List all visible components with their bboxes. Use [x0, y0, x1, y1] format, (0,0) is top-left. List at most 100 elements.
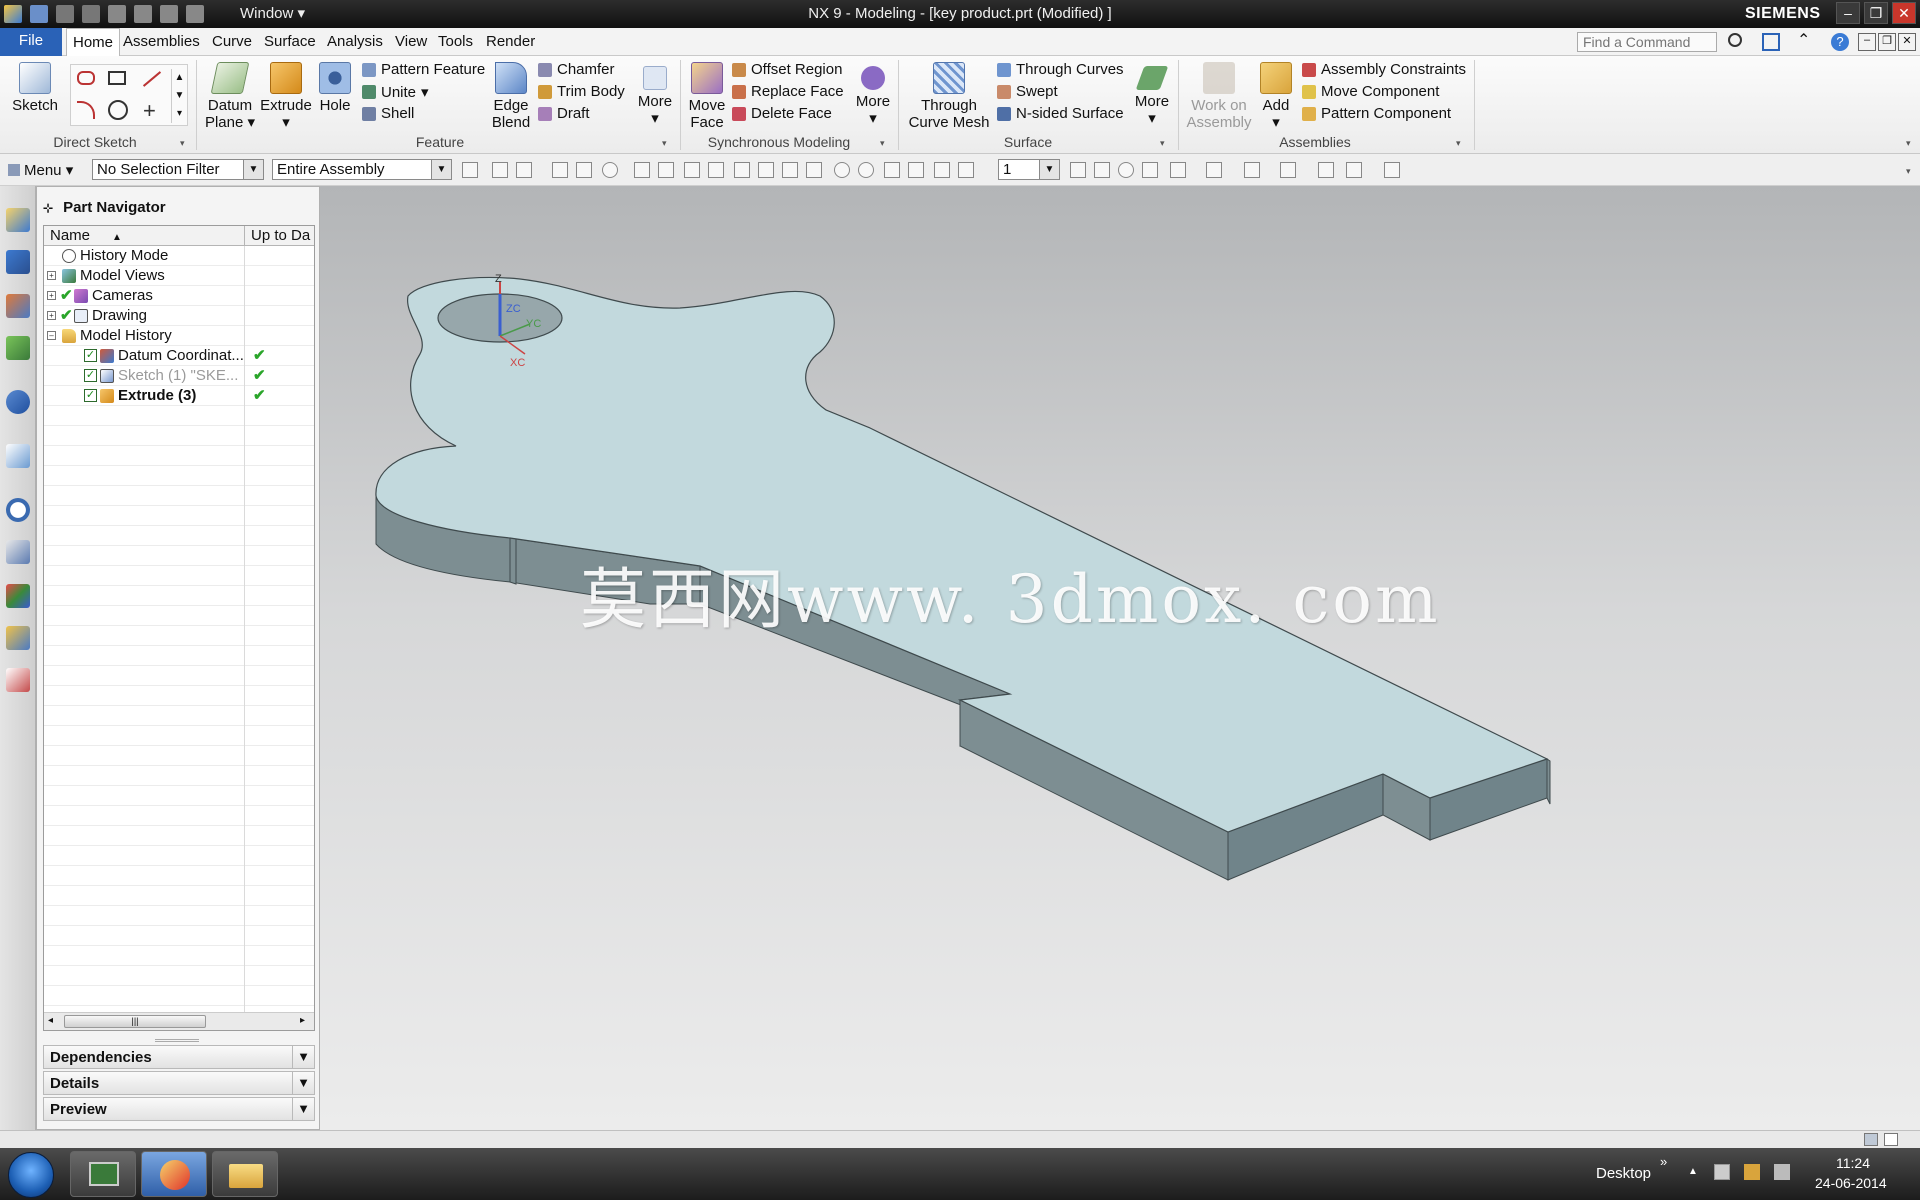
profile-icon[interactable] [77, 71, 95, 85]
type-filter-icon[interactable] [516, 162, 532, 178]
snap-on-face-icon[interactable] [934, 162, 950, 178]
select-circle-icon[interactable] [602, 162, 618, 178]
find-command-input[interactable] [1577, 32, 1717, 52]
action-center-icon[interactable] [1744, 1164, 1760, 1180]
scroll-left-icon[interactable]: ◂ [48, 1015, 53, 1026]
ribbon-options-icon[interactable]: ▾ [1906, 138, 1911, 149]
history-icon[interactable] [6, 498, 30, 522]
surface-expand-icon[interactable]: ▾ [1160, 138, 1165, 149]
file-menu[interactable]: File [0, 28, 62, 56]
snap-existing-point-icon[interactable] [884, 162, 900, 178]
draft-button[interactable]: Draft [538, 105, 590, 122]
tab-curve[interactable]: Curve [212, 33, 252, 50]
point-icon[interactable]: + [143, 98, 156, 124]
close-button[interactable]: ✕ [1892, 2, 1916, 24]
snap-on-curve-icon[interactable] [908, 162, 924, 178]
column-header-uptodate[interactable]: Up to Da [244, 226, 314, 246]
circle-icon[interactable] [108, 100, 128, 120]
tree-row-datum-csys[interactable]: ✓ Datum Coordinat... ✔ [44, 346, 314, 366]
expand-icon[interactable]: + [47, 291, 56, 300]
rendering-style-icon[interactable] [1206, 162, 1222, 178]
delete-face-button[interactable]: Delete Face [732, 105, 832, 122]
fit-window-icon[interactable] [1762, 33, 1780, 51]
assembly-navigator-icon[interactable] [6, 250, 30, 274]
taskbar-app-explorer[interactable] [212, 1151, 278, 1197]
checkbox[interactable]: ✓ [84, 349, 97, 362]
tab-assemblies[interactable]: Assemblies [123, 33, 200, 50]
pattern-feature-button[interactable]: Pattern Feature [362, 61, 485, 78]
doc-restore-icon[interactable]: ❐ [1878, 33, 1896, 51]
snap-midpoint-icon[interactable] [758, 162, 774, 178]
direct-sketch-expand-icon[interactable]: ▾ [180, 138, 185, 149]
search-icon[interactable] [1728, 33, 1742, 47]
feature-more-button[interactable]: More ▾ [634, 62, 676, 127]
help-icon[interactable]: ? [1831, 33, 1849, 51]
preview-panel[interactable]: Preview ▼ [43, 1097, 315, 1121]
select-body-icon[interactable] [658, 162, 674, 178]
fit-icon[interactable] [1070, 162, 1086, 178]
graphics-window[interactable]: Z ZC YC XC 莫西网www. 3dmox. com [320, 186, 1920, 1130]
visible-check-icon[interactable]: ✔ [60, 286, 73, 305]
work-layer-dropdown[interactable]: 1 ▼ [998, 159, 1060, 180]
taskbar-app-monitor[interactable] [70, 1151, 136, 1197]
tab-surface[interactable]: Surface [264, 33, 316, 50]
checkbox[interactable]: ✓ [84, 389, 97, 402]
snap-bounded-icon[interactable] [958, 162, 974, 178]
details-panel[interactable]: Details ▼ [43, 1071, 315, 1095]
unite-button[interactable]: Unite ▾ [362, 83, 429, 101]
select-face-icon[interactable] [634, 162, 650, 178]
snap-intersection-icon[interactable] [806, 162, 822, 178]
splitter-handle[interactable] [155, 1039, 199, 1042]
assembly-constraints-button[interactable]: Assembly Constraints [1302, 61, 1466, 78]
through-curves-button[interactable]: Through Curves [997, 61, 1124, 78]
rotate-icon[interactable] [1118, 162, 1134, 178]
toolbar-expand-icon[interactable]: » [1660, 1154, 1667, 1169]
work-on-assembly-button[interactable]: Work on Assembly [1182, 62, 1256, 131]
tree-row-extrude[interactable]: ✓ Extrude (3) ✔ [44, 386, 314, 406]
scroll-right-icon[interactable]: ▸ [300, 1015, 305, 1026]
swept-button[interactable]: Swept [997, 83, 1058, 100]
checkbox[interactable]: ✓ [84, 369, 97, 382]
hole-button[interactable]: Hole [314, 62, 356, 114]
tab-render[interactable]: Render [486, 33, 535, 50]
general-selection-icon[interactable] [462, 162, 478, 178]
arc-icon[interactable] [77, 101, 95, 119]
selection-scope-dropdown[interactable]: Entire Assembly ▼ [272, 159, 452, 180]
select-component-icon[interactable] [684, 162, 700, 178]
edit-section-icon[interactable] [1244, 162, 1260, 178]
tab-home[interactable]: Home [66, 28, 121, 56]
tab-tools[interactable]: Tools [438, 33, 473, 50]
move-component-button[interactable]: Move Component [1302, 83, 1439, 100]
show-hide-icon[interactable] [1318, 162, 1334, 178]
move-face-button[interactable]: Move Face [684, 62, 730, 131]
shell-button[interactable]: Shell [362, 105, 414, 122]
scrollbar-thumb[interactable]: ||| [64, 1015, 206, 1028]
tree-row-history-mode[interactable]: History Mode [44, 246, 314, 266]
hd3d-tools-icon[interactable] [6, 390, 30, 414]
taskbar-app-nx[interactable] [141, 1151, 207, 1197]
expand-icon[interactable]: + [47, 271, 56, 280]
sketch-button[interactable]: Sketch [8, 62, 62, 114]
part-navigator-icon[interactable] [6, 208, 30, 232]
sync-expand-icon[interactable]: ▾ [880, 138, 885, 149]
tab-analysis[interactable]: Analysis [327, 33, 383, 50]
volume-icon[interactable] [1774, 1164, 1790, 1180]
desktop-toolbar[interactable]: Desktop [1596, 1165, 1651, 1182]
toolbar-options-icon[interactable] [1384, 162, 1400, 178]
gallery-scroll-icon[interactable]: ▲ ▼ ▾ [171, 69, 187, 123]
snap-curve-icon[interactable] [782, 162, 798, 178]
roles-icon[interactable] [6, 626, 30, 650]
assemblies-expand-icon[interactable]: ▾ [1456, 138, 1461, 149]
selbar-options-icon[interactable]: ▾ [1906, 166, 1911, 177]
zoom-icon[interactable] [1094, 162, 1110, 178]
status-icon[interactable] [1884, 1133, 1898, 1146]
chamfer-button[interactable]: Chamfer [538, 61, 615, 78]
selection-filter-dropdown[interactable]: No Selection Filter ▼ [92, 159, 264, 180]
reuse-library-icon[interactable] [6, 336, 30, 360]
trim-body-button[interactable]: Trim Body [538, 83, 625, 100]
clock-date[interactable]: 24-06-2014 [1815, 1175, 1887, 1191]
expand-icon[interactable]: + [47, 311, 56, 320]
rectangle-icon[interactable] [108, 71, 126, 85]
doc-close-icon[interactable]: ✕ [1898, 33, 1916, 51]
datum-plane-button[interactable]: Datum Plane ▾ [200, 62, 260, 131]
